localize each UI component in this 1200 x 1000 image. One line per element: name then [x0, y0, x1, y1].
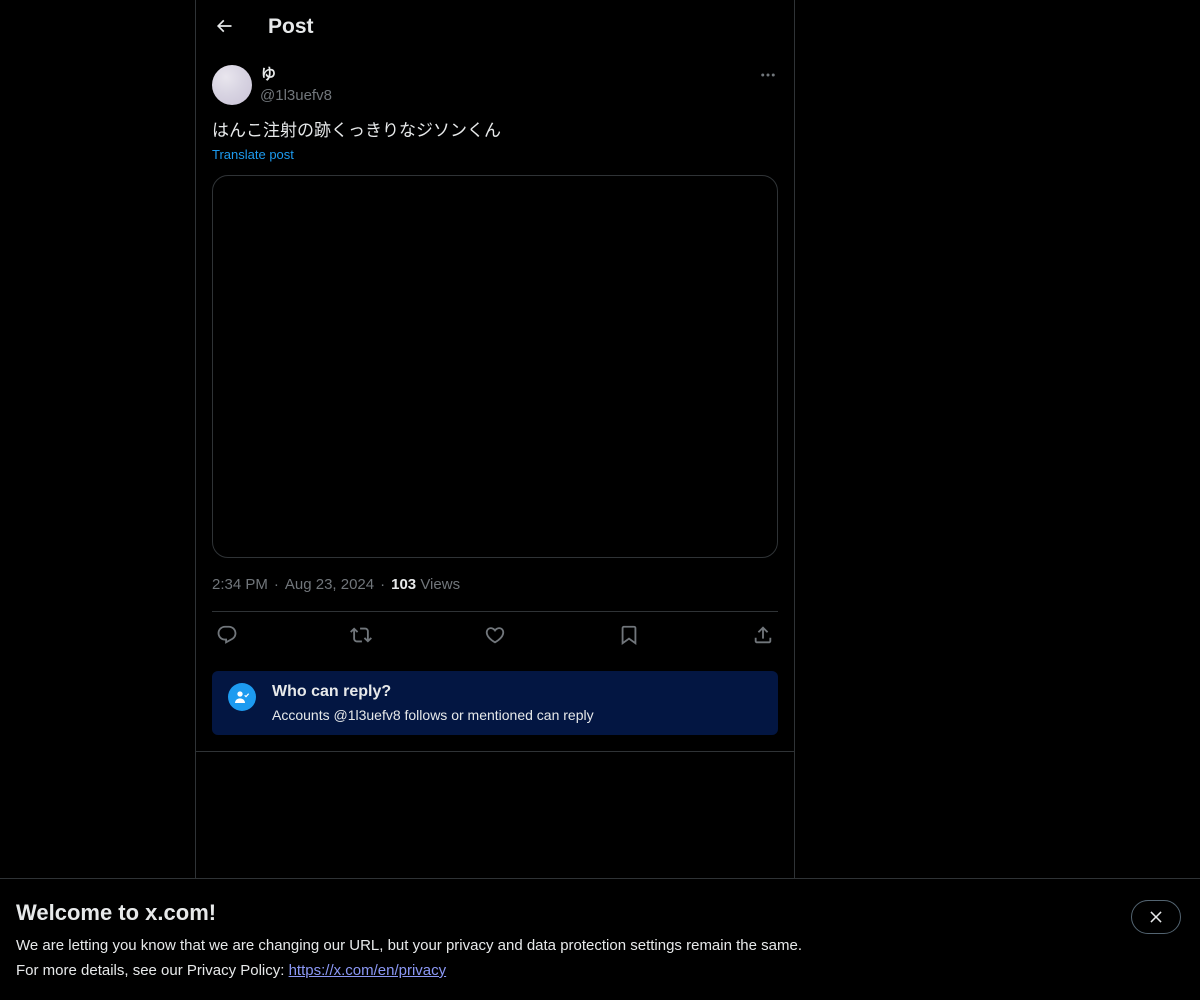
close-icon: [1150, 911, 1162, 923]
who-can-reply-notice: Who can reply? Accounts @1l3uefv8 follow…: [212, 671, 778, 735]
more-icon: [761, 73, 775, 77]
mention-user-icon: [228, 683, 256, 711]
separator: ·: [273, 576, 279, 593]
arrow-left-icon: [216, 19, 232, 33]
share-button[interactable]: [748, 622, 778, 648]
privacy-policy-link[interactable]: https://x.com/en/privacy: [289, 962, 447, 979]
share-icon: [754, 626, 772, 644]
views-label: Views: [420, 576, 461, 593]
views-count: 103: [391, 576, 417, 593]
welcome-banner: Welcome to x.com! We are letting you kno…: [0, 878, 1200, 1000]
user-check-icon: [235, 691, 250, 703]
header: Post: [196, 0, 794, 54]
divider: [196, 751, 794, 752]
page-title: Post: [268, 15, 314, 38]
author-handle[interactable]: @1l3uefv8: [260, 86, 332, 106]
bookmark-icon: [621, 625, 637, 646]
reply-button[interactable]: [212, 622, 242, 648]
back-button[interactable]: [207, 9, 241, 43]
repost-icon: [350, 627, 372, 643]
post-metadata: 2:34 PM · Aug 23, 2024 · 103 Views: [212, 575, 460, 595]
avatar[interactable]: [212, 65, 252, 105]
repost-button[interactable]: [346, 622, 376, 648]
like-button[interactable]: [480, 622, 510, 648]
more-options-button[interactable]: [754, 64, 782, 86]
divider: [212, 611, 778, 612]
banner-close-button[interactable]: [1131, 900, 1181, 934]
post-text: はんこ注射の跡くっきりなジソンくん: [212, 121, 501, 140]
banner-message: We are letting you know that we are chan…: [16, 937, 802, 954]
translate-post-link[interactable]: Translate post: [212, 146, 294, 164]
who-can-reply-subtitle: Accounts @1l3uefv8 follows or mentioned …: [272, 707, 594, 723]
banner-privacy-prefix: For more details, see our Privacy Policy…: [16, 962, 289, 979]
post-media[interactable]: [212, 175, 778, 558]
reply-icon: [217, 625, 237, 644]
post-column: Post ゆ @1l3uefv8 はんこ注射の跡くっきりなジソンくん Trans…: [195, 0, 795, 1000]
banner-privacy-line: For more details, see our Privacy Policy…: [16, 961, 446, 981]
post-date[interactable]: Aug 23, 2024: [285, 576, 374, 593]
bookmark-button[interactable]: [614, 622, 644, 648]
banner-title: Welcome to x.com!: [16, 900, 217, 925]
like-icon: [485, 627, 505, 644]
post-time[interactable]: 2:34 PM: [212, 576, 268, 593]
page: Post ゆ @1l3uefv8 はんこ注射の跡くっきりなジソンくん Trans…: [0, 0, 1200, 1000]
separator: ·: [380, 576, 386, 593]
who-can-reply-title: Who can reply?: [272, 683, 392, 700]
author-name[interactable]: ゆ: [261, 65, 276, 85]
